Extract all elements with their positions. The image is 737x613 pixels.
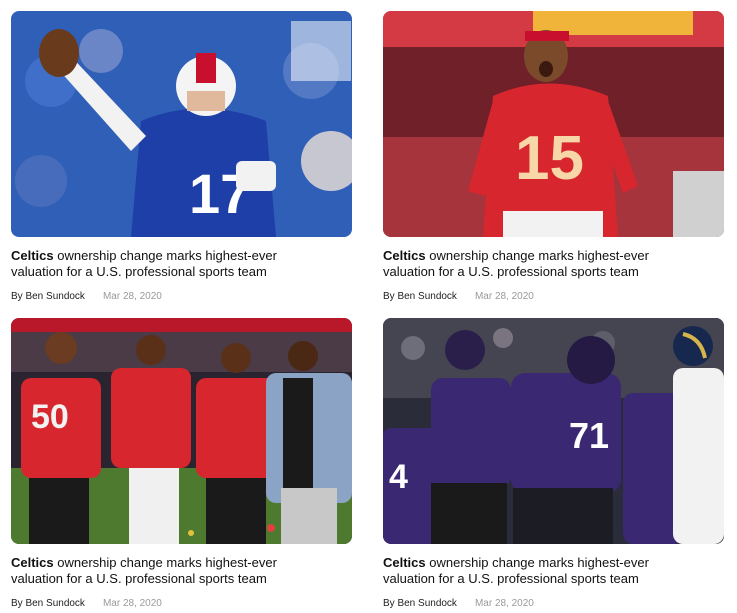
quarterback-celebration-photo: 15 [383, 11, 724, 237]
article-headline[interactable]: Celtics ownership change marks highest-e… [11, 248, 311, 280]
article-card[interactable]: 15 Celtics ownership change marks highes… [383, 11, 724, 303]
headline-team: Celtics [11, 248, 54, 263]
team-group-photo: 50 [11, 318, 352, 544]
football-game-photo: 4 71 [383, 318, 724, 544]
article-author[interactable]: By Ben Sundock [11, 291, 85, 303]
article-thumbnail[interactable]: 50 [11, 318, 352, 544]
article-headline[interactable]: Celtics ownership change marks highest-e… [383, 555, 683, 587]
article-card[interactable]: 50 Celtics ownership change marks highes… [11, 318, 352, 610]
article-date: Mar 28, 2020 [474, 598, 534, 609]
article-meta: By Ben Sundock Mar 28, 2020 [383, 598, 724, 610]
svg-text:71: 71 [569, 415, 609, 456]
article-author[interactable]: By Ben Sundock [383, 291, 457, 303]
article-meta: By Ben Sundock Mar 28, 2020 [383, 291, 724, 303]
article-author[interactable]: By Ben Sundock [383, 598, 457, 610]
svg-text:50: 50 [31, 398, 69, 436]
headline-team: Celtics [383, 248, 426, 263]
article-meta: By Ben Sundock Mar 28, 2020 [11, 291, 352, 303]
headline-team: Celtics [11, 555, 54, 570]
article-thumbnail[interactable]: 15 [383, 11, 724, 237]
article-card[interactable]: 17 Celtics ownership change marks highes… [11, 11, 352, 303]
svg-text:4: 4 [389, 458, 408, 496]
article-date: Mar 28, 2020 [102, 598, 162, 609]
article-headline[interactable]: Celtics ownership change marks highest-e… [11, 555, 311, 587]
article-meta: By Ben Sundock Mar 28, 2020 [11, 598, 352, 610]
article-card[interactable]: 4 71 Celtics ownership change marks high… [383, 318, 724, 610]
article-thumbnail[interactable]: 17 [11, 11, 352, 237]
article-author[interactable]: By Ben Sundock [11, 598, 85, 610]
article-date: Mar 28, 2020 [474, 291, 534, 302]
headline-team: Celtics [383, 555, 426, 570]
article-headline[interactable]: Celtics ownership change marks highest-e… [383, 248, 683, 280]
svg-text:15: 15 [515, 124, 584, 193]
article-thumbnail[interactable]: 4 71 [383, 318, 724, 544]
article-date: Mar 28, 2020 [102, 291, 162, 302]
article-grid: 17 Celtics ownership change marks highes… [11, 11, 724, 610]
quarterback-photo: 17 [11, 11, 352, 237]
